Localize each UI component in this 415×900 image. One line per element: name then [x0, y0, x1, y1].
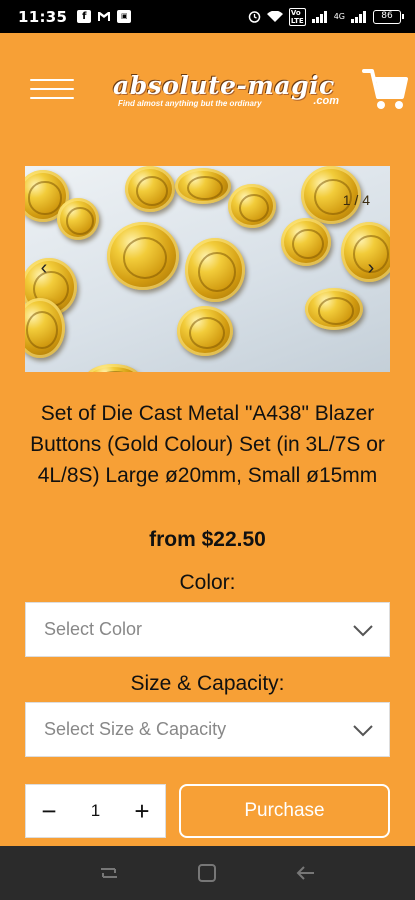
- battery-icon: 86: [373, 9, 404, 24]
- product-price: from $22.50: [149, 528, 266, 551]
- status-time: 11:35: [18, 7, 68, 26]
- logo-tagline: Find almost anything but the ordinary: [118, 99, 262, 108]
- product-title: Set of Die Cast Metal "A438" Blazer Butt…: [30, 402, 385, 487]
- status-bar: 11:35 f ▣ Vo LTE 4G 86: [0, 0, 415, 33]
- home-icon[interactable]: [195, 861, 219, 885]
- slide-counter: 1 / 4: [342, 192, 370, 208]
- color-select-value: Select Color: [44, 619, 143, 639]
- color-label: Color:: [179, 571, 236, 594]
- volte-icon: Vo LTE: [288, 7, 306, 26]
- logo-domain: .com: [313, 95, 339, 107]
- gmail-icon: [97, 11, 111, 22]
- chevron-down-icon: [353, 625, 373, 637]
- quantity-input[interactable]: [80, 801, 111, 821]
- chevron-left-icon[interactable]: ‹: [33, 256, 55, 280]
- notification-icons: f ▣: [77, 10, 132, 23]
- decrease-quantity-button[interactable]: −: [38, 798, 60, 824]
- increase-quantity-button[interactable]: +: [131, 798, 153, 824]
- gallery-icon: ▣: [117, 10, 132, 23]
- size-select-value: Select Size & Capacity: [44, 719, 227, 739]
- color-select[interactable]: Select Color: [25, 602, 390, 657]
- size-select[interactable]: Select Size & Capacity: [25, 702, 390, 757]
- wifi-icon: [266, 10, 283, 22]
- signal-icon-2: [351, 10, 366, 23]
- site-logo[interactable]: absolute-magic Find almost anything but …: [113, 73, 343, 113]
- alarm-icon: [248, 11, 261, 23]
- quantity-stepper: − +: [25, 784, 166, 838]
- logo-text: absolute-magic: [113, 71, 335, 100]
- cart-icon[interactable]: [362, 67, 408, 111]
- network-type: 4G: [333, 12, 345, 21]
- hamburger-icon[interactable]: [30, 79, 74, 99]
- status-right: Vo LTE 4G 86: [248, 7, 404, 26]
- recents-icon[interactable]: [97, 861, 121, 885]
- chevron-right-icon[interactable]: ›: [360, 256, 382, 280]
- purchase-button[interactable]: Purchase: [179, 784, 390, 838]
- size-label: Size & Capacity:: [130, 672, 285, 695]
- product-image-carousel[interactable]: 1 / 4 ‹ ›: [25, 166, 390, 372]
- chevron-down-icon: [353, 725, 373, 737]
- facebook-icon: f: [77, 10, 92, 23]
- system-nav-bar: [0, 846, 415, 900]
- site-header: absolute-magic Find almost anything but …: [0, 33, 415, 150]
- back-icon[interactable]: [294, 861, 318, 885]
- signal-icon: [311, 10, 327, 23]
